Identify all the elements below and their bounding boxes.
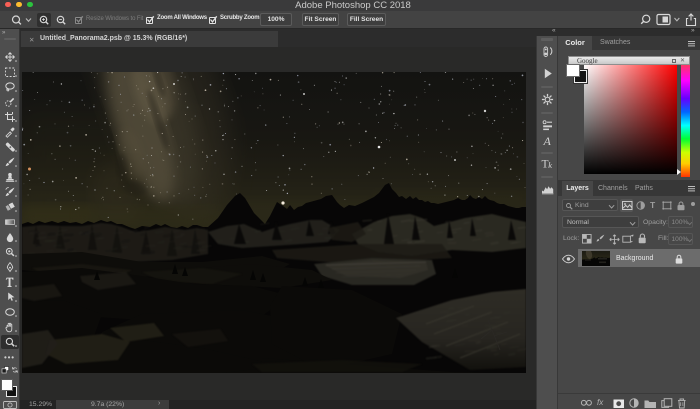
svg-text:k: k [548, 160, 552, 170]
svg-text:A: A [542, 134, 551, 148]
